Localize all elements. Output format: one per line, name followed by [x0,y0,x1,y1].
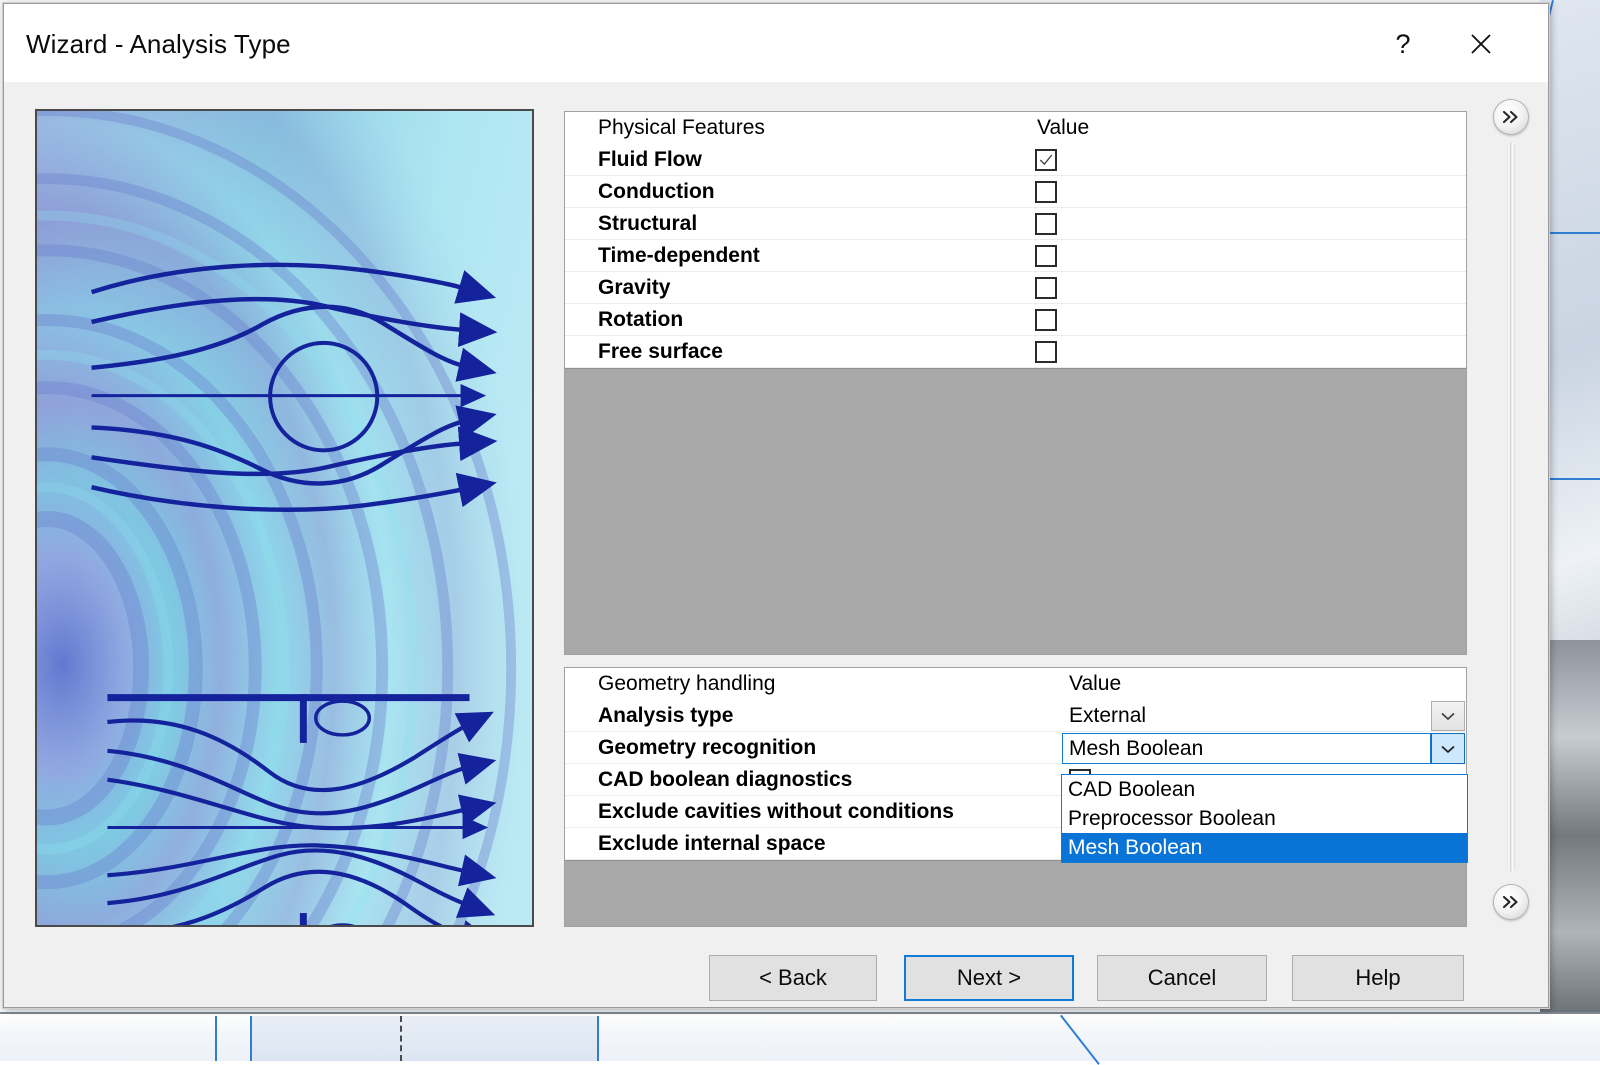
dialog-titlebar: Wizard - Analysis Type ? [4,4,1548,82]
chevron-double-right-icon[interactable] [1493,99,1529,135]
dropdown-option-mesh-boolean[interactable]: Mesh Boolean [1062,833,1467,862]
cad-edge-line [215,1016,217,1061]
row-gutter [565,732,583,763]
panel-splitter-track[interactable] [1507,142,1515,872]
geometry-recognition-dropdown-button[interactable] [1431,733,1465,764]
geometry-label-geometry-recognition: Geometry recognition [598,732,816,764]
cad-edge-line [1548,232,1600,234]
checkbox-conduction[interactable] [1035,181,1057,203]
checkbox-fluid-flow[interactable] [1035,149,1057,171]
geometry-column-header: Geometry handling [598,668,775,700]
row-gutter [565,336,583,367]
dialog-title: Wizard - Analysis Type [26,29,291,60]
features-column-header: Physical Features [598,112,765,144]
checkbox-free-surface[interactable] [1035,341,1057,363]
feature-label-conduction: Conduction [598,176,715,208]
feature-label-fluid-flow: Fluid Flow [598,144,702,176]
cad-solid-body [1540,640,1600,1030]
feature-label-gravity: Gravity [598,272,670,304]
features-grid-filler [565,368,1466,654]
wizard-dialog: Wizard - Analysis Type ? [3,3,1549,1008]
cancel-button[interactable]: Cancel [1097,955,1267,1001]
row-gutter [565,144,583,175]
analysis-type-value: External [1069,700,1146,732]
table-row[interactable]: Free surface [565,336,1466,368]
row-gutter [565,208,583,239]
table-row[interactable]: Geometry recognition Mesh Boolean [565,732,1466,764]
back-button[interactable]: < Back [709,955,877,1001]
table-row[interactable]: Conduction [565,176,1466,208]
geometry-recognition-dropdown-list[interactable]: CAD Boolean Preprocessor Boolean Mesh Bo… [1061,774,1468,863]
dropdown-option-cad-boolean[interactable]: CAD Boolean [1062,775,1467,804]
row-gutter [565,828,583,859]
dropdown-option-preprocessor-boolean[interactable]: Preprocessor Boolean [1062,804,1467,833]
geometry-label-exclude-internal-space: Exclude internal space [598,828,826,860]
row-gutter [565,112,583,143]
table-row[interactable]: Time-dependent [565,240,1466,272]
physical-features-grid: Physical Features Value Fluid Flow Condu… [564,111,1467,655]
table-row[interactable]: Fluid Flow [565,144,1466,176]
help-question-icon[interactable]: ? [1380,22,1426,66]
table-row[interactable]: Gravity [565,272,1466,304]
geometry-recognition-combobox[interactable]: Mesh Boolean [1062,733,1431,764]
feature-label-rotation: Rotation [598,304,683,336]
table-row[interactable]: Analysis type External [565,700,1466,732]
geometry-label-cad-boolean-diagnostics: CAD boolean diagnostics [598,764,852,796]
checkbox-time-dependent[interactable] [1035,245,1057,267]
cad-edge-line [597,1016,599,1061]
analysis-type-dropdown-button[interactable] [1431,701,1465,731]
checkbox-structural[interactable] [1035,213,1057,235]
cad-edge-line [1548,478,1600,480]
row-gutter [565,668,583,699]
help-button[interactable]: Help [1292,955,1464,1001]
row-gutter [565,272,583,303]
row-gutter [565,176,583,207]
table-row[interactable]: Structural [565,208,1466,240]
table-row[interactable]: Rotation [565,304,1466,336]
features-header-row: Physical Features Value [565,112,1466,144]
row-gutter [565,796,583,827]
chevron-double-right-icon[interactable] [1493,884,1529,920]
feature-label-structural: Structural [598,208,697,240]
geometry-grid-filler [565,860,1466,926]
row-gutter [565,304,583,335]
feature-label-free-surface: Free surface [598,336,723,368]
cad-edge-line [250,1016,252,1061]
geometry-label-exclude-cavities: Exclude cavities without conditions [598,796,954,828]
checkbox-gravity[interactable] [1035,277,1057,299]
value-column-header: Value [1037,112,1089,144]
next-button[interactable]: Next > [904,955,1074,1001]
feature-label-time-dependent: Time-dependent [598,240,760,272]
geometry-label-analysis-type: Analysis type [598,700,733,732]
flow-streamlines-illustration [35,109,534,927]
row-gutter [565,240,583,271]
checkbox-rotation[interactable] [1035,309,1057,331]
cad-edge-line [1060,1015,1100,1065]
close-icon[interactable] [1458,22,1504,66]
geometry-header-row: Geometry handling Value [565,668,1466,700]
row-gutter [565,764,583,795]
cad-part-panel [252,1016,599,1061]
value-column-header: Value [1069,668,1121,700]
cad-centerline [400,1016,402,1061]
row-gutter [565,700,583,731]
cad-viewport-bottom [0,1012,1600,1061]
